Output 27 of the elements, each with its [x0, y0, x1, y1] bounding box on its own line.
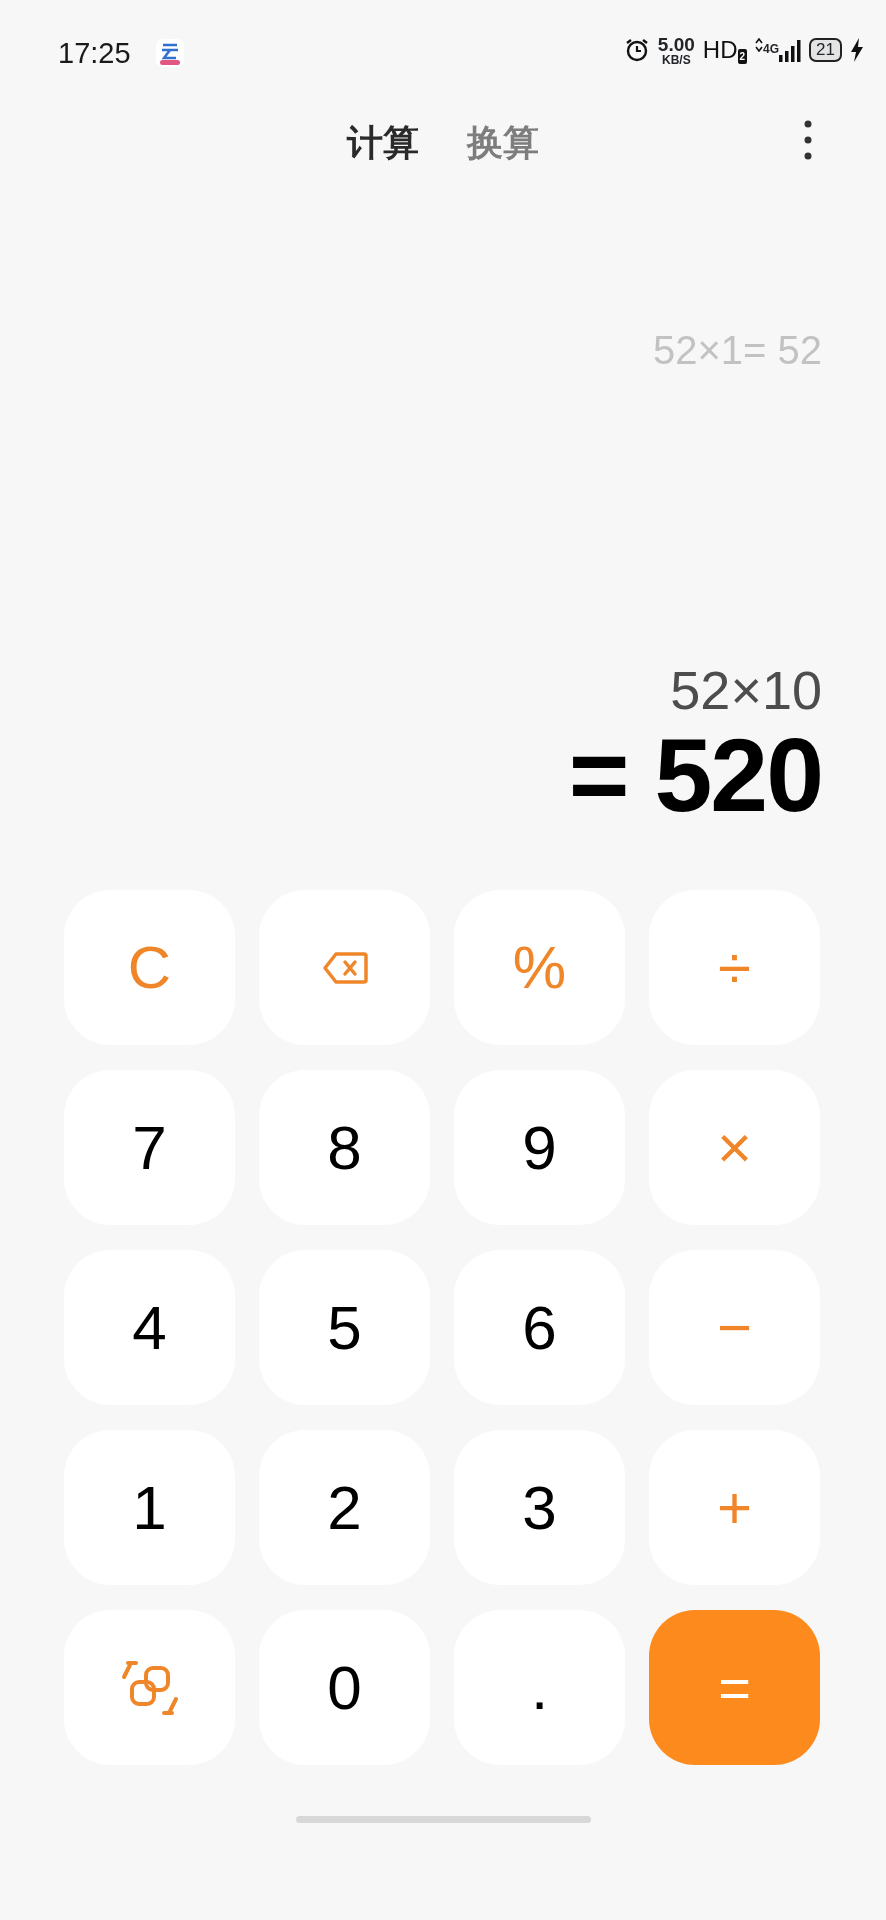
backspace-key[interactable] — [259, 890, 430, 1045]
sim-badge: 2 — [737, 49, 748, 64]
digit-key[interactable]: 1 — [64, 1430, 235, 1585]
hd-indicator: HD — [702, 35, 738, 65]
clock-time: 17:25 — [58, 36, 131, 71]
digit-key[interactable]: 7 — [64, 1070, 235, 1225]
digit-key[interactable]: 6 — [454, 1250, 625, 1405]
digit-key[interactable]: 2 — [259, 1430, 430, 1585]
battery-level: 21 — [809, 38, 842, 62]
signal-icon — [779, 38, 802, 62]
backspace-icon — [321, 950, 368, 985]
data-arrows-icon — [755, 38, 764, 52]
switch-key[interactable] — [64, 1610, 235, 1765]
digit-key[interactable]: 0 — [259, 1610, 430, 1765]
expression-text: 52×10 — [670, 661, 822, 721]
result-text: = 520 — [568, 720, 822, 830]
mode-tab[interactable]: 计算 — [347, 116, 419, 170]
network-speed: 5.00 KB/S — [657, 34, 695, 66]
digit-key[interactable]: 3 — [454, 1430, 625, 1585]
network-type: 4G — [763, 41, 780, 58]
mode-tab[interactable]: 换算 — [467, 116, 539, 170]
digit-key[interactable]: . — [454, 1610, 625, 1765]
digit-key[interactable]: 5 — [259, 1250, 430, 1405]
app-icon — [154, 38, 185, 68]
digit-key[interactable]: 8 — [259, 1070, 430, 1225]
digit-key[interactable]: 4 — [64, 1250, 235, 1405]
digit-key[interactable]: 9 — [454, 1070, 625, 1225]
